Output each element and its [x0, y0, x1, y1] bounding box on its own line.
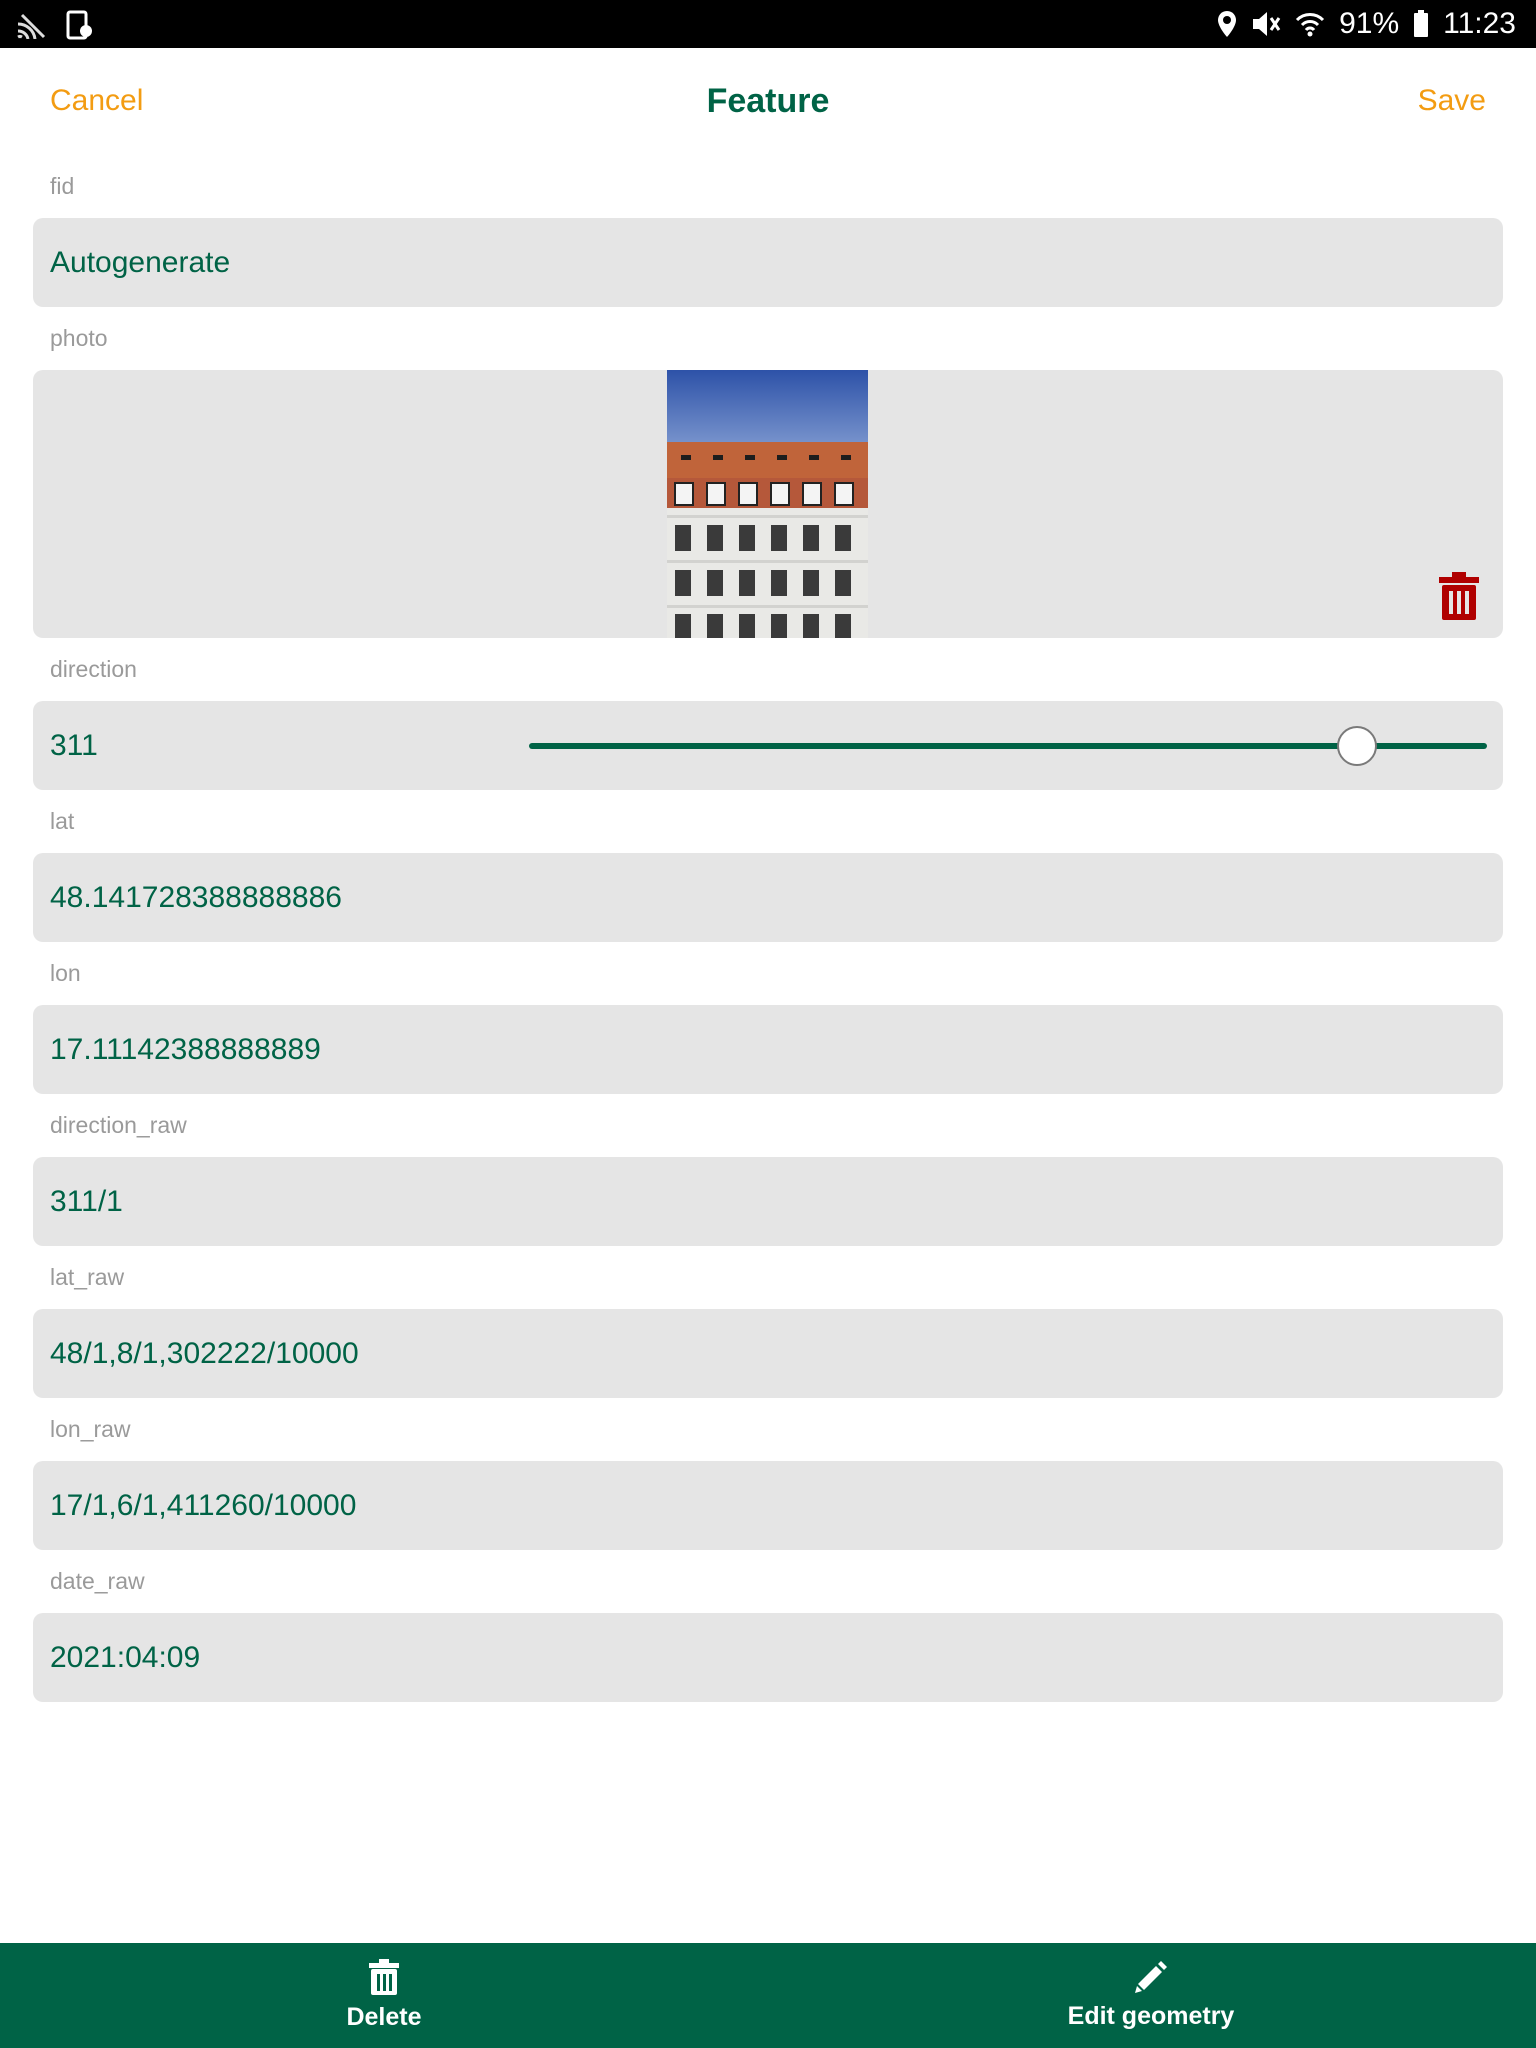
lat-field[interactable]: 48.141728388888886: [33, 853, 1503, 942]
date-raw-label: date_raw: [50, 1568, 145, 1594]
date-raw-value: 2021:04:09: [50, 1641, 201, 1674]
direction-raw-field[interactable]: 311/1: [33, 1157, 1503, 1246]
header: Cancel Feature Save: [0, 48, 1536, 158]
edit-geometry-label: Edit geometry: [1067, 2002, 1235, 2030]
lon-raw-label: lon_raw: [50, 1416, 131, 1442]
battery-percent: 91%: [1339, 7, 1400, 40]
page-title: Feature: [706, 82, 830, 120]
photo-label: photo: [50, 325, 108, 351]
fid-value: Autogenerate: [50, 246, 231, 279]
location-icon: [1218, 11, 1237, 37]
delete-feature-button[interactable]: Delete: [184, 1943, 584, 2048]
status-bar: 91% 11:23: [0, 0, 1536, 48]
delete-label: Delete: [346, 2003, 422, 2031]
lat-raw-label: lat_raw: [50, 1264, 125, 1290]
edit-geometry-button[interactable]: Edit geometry: [951, 1943, 1351, 2048]
photo-field[interactable]: [33, 370, 1503, 638]
lat-raw-value: 48/1,8/1,302222/10000: [50, 1337, 359, 1370]
direction-value: 311: [50, 729, 98, 762]
direction-slider-thumb[interactable]: [1336, 726, 1377, 766]
lon-value: 17.11142388888889: [50, 1033, 321, 1066]
date-raw-field[interactable]: 2021:04:09: [33, 1613, 1503, 1702]
lon-raw-field[interactable]: 17/1,6/1,411260/10000: [33, 1461, 1503, 1550]
fid-field[interactable]: Autogenerate: [33, 218, 1503, 307]
clock: 11:23: [1443, 7, 1516, 40]
wifi-icon: [1296, 13, 1325, 37]
lon-raw-value: 17/1,6/1,411260/10000: [50, 1489, 357, 1522]
delete-photo-button[interactable]: [1439, 572, 1479, 625]
direction-field: 311: [33, 701, 1503, 790]
lat-raw-field[interactable]: 48/1,8/1,302222/10000: [33, 1309, 1503, 1398]
direction-label: direction: [50, 656, 137, 682]
lat-value: 48.141728388888886: [50, 881, 342, 914]
lat-label: lat: [50, 808, 75, 834]
trash-icon: [369, 1959, 399, 1995]
save-button[interactable]: Save: [1418, 84, 1486, 118]
mute-icon: [1253, 12, 1281, 36]
screenshot-icon: [66, 10, 92, 40]
trash-icon: [1439, 572, 1479, 620]
lon-label: lon: [50, 960, 81, 986]
direction-raw-label: direction_raw: [50, 1112, 187, 1138]
direction-raw-value: 311/1: [50, 1185, 123, 1218]
cast-icon: [17, 13, 46, 39]
fid-label: fid: [50, 173, 75, 199]
bottom-toolbar: Delete Edit geometry: [0, 1943, 1536, 2048]
photo-thumbnail[interactable]: [667, 370, 868, 638]
pencil-icon: [1135, 1961, 1167, 1993]
lon-field[interactable]: 17.11142388888889: [33, 1005, 1503, 1094]
battery-icon: [1414, 10, 1429, 37]
